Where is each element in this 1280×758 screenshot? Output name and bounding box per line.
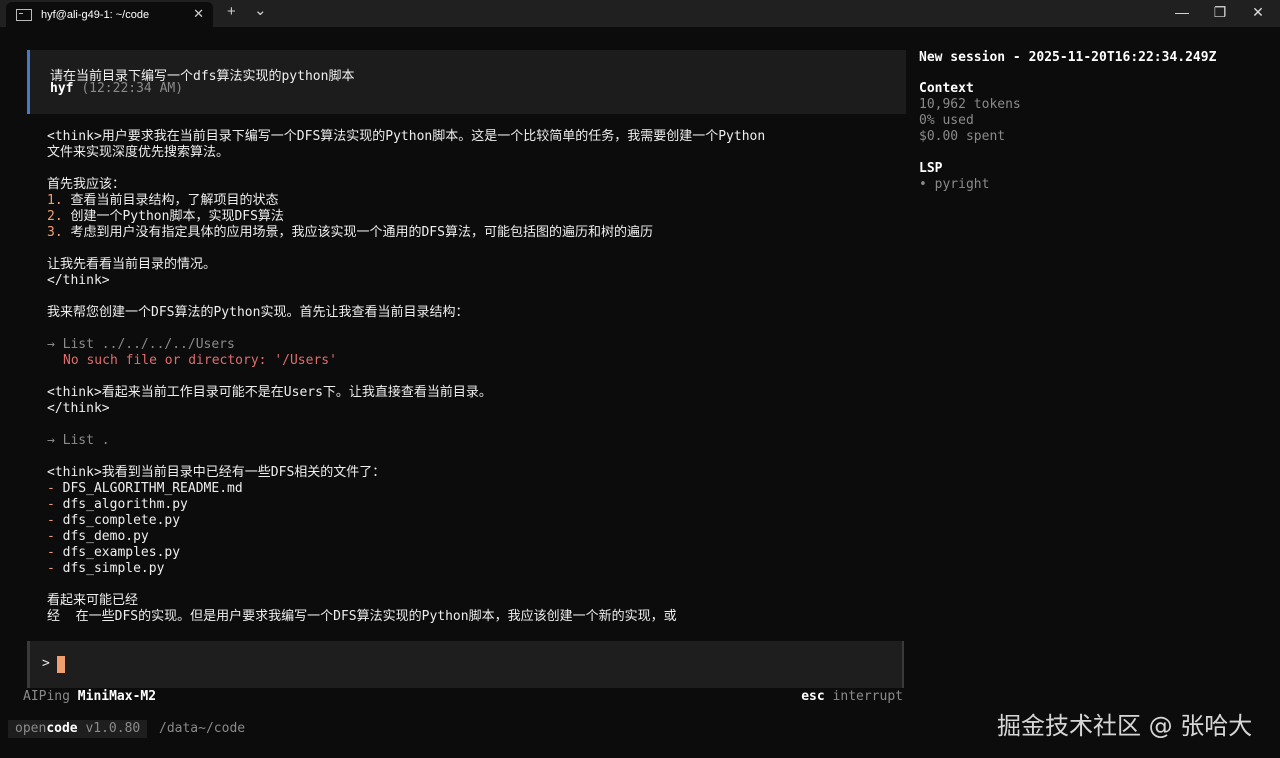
step-number: 1. [47, 193, 63, 208]
new-tab-button[interactable]: + [227, 3, 236, 20]
assistant-line: 经 在一些DFS的实现。但是用户要求我编写一个DFS算法实现的Python脚本，… [47, 609, 677, 624]
think-line: <think>用户要求我在当前目录下编写一个DFS算法实现的Python脚本。这… [47, 129, 766, 144]
user-message-meta: hyf (12:22:34 AM) [50, 81, 183, 96]
interrupt-hint: esc interrupt [801, 689, 903, 704]
tool-call-list: → List ../../../../Users [47, 337, 235, 352]
tab-title: hyf@ali-g49-1: ~/code [41, 8, 150, 21]
think-line: 文件来实现深度优先搜索算法。 [47, 145, 230, 160]
context-spent: $0.00 spent [919, 129, 1006, 144]
file-list-item: - dfs_complete.py [47, 513, 181, 528]
model-name[interactable]: MiniMax-M2 [78, 689, 156, 704]
message-time: (12:22:34 AM) [81, 81, 184, 96]
user-name: hyf [50, 81, 74, 96]
watermark: 掘金技术社区 @ 张哈大 [997, 712, 1253, 740]
file-list-item: - dfs_demo.py [47, 529, 149, 544]
lsp-heading: LSP [919, 161, 943, 176]
file-list-item: - DFS_ALGORITHM_README.md [47, 481, 243, 496]
think-line: 首先我应该： [47, 177, 126, 192]
assistant-line: 看起来可能已经 [47, 593, 139, 608]
tab-dropdown-icon[interactable]: ⌄ [254, 1, 267, 19]
file-list-item: - dfs_examples.py [47, 545, 181, 560]
tab-close-icon[interactable]: ✕ [193, 6, 204, 22]
think-line: <think>看起来当前工作目录可能不是在Users下。让我直接查看当前目录。 [47, 385, 492, 400]
working-directory: /data~/code [159, 721, 246, 736]
tool-error: No such file or directory: '/Users' [63, 353, 337, 368]
step-number: 3. [47, 225, 63, 240]
minimize-button[interactable]: — [1170, 4, 1194, 20]
terminal-icon [16, 8, 32, 21]
context-used: 0% used [919, 113, 974, 128]
step-item: 3. 考虑到用户没有指定具体的应用场景，我应该实现一个通用的DFS算法，可能包括… [47, 225, 653, 240]
title-bar: hyf@ali-g49-1: ~/code ✕ + ⌄ — ❐ ✕ [0, 0, 1280, 27]
close-window-button[interactable]: ✕ [1246, 4, 1270, 21]
app-version: v1.0.80 [85, 721, 141, 736]
app-brand: opencode v1.0.80 [8, 720, 148, 738]
assistant-line: 我来帮您创建一个DFS算法的Python实现。首先让我查看当前目录结构： [47, 305, 469, 320]
prompt-input[interactable]: > [27, 641, 904, 688]
tool-call-list: → List . [47, 433, 110, 448]
maximize-button[interactable]: ❐ [1208, 4, 1232, 21]
file-list-item: - dfs_algorithm.py [47, 497, 188, 512]
think-line: <think>我看到当前目录中已经有一些DFS相关的文件了： [47, 465, 386, 480]
context-heading: Context [919, 81, 974, 96]
prompt-symbol: > [42, 656, 50, 671]
think-line: 让我先看看当前目录的情况。 [47, 257, 217, 272]
model-status-row: AIPing MiniMax-M2 esc interrupt [23, 689, 903, 704]
step-item: 2. 创建一个Python脚本，实现DFS算法 [47, 209, 284, 224]
session-title: New session - 2025-11-20T16:22:34.249Z [919, 50, 1217, 65]
terminal-tab[interactable]: hyf@ali-g49-1: ~/code ✕ [6, 2, 213, 27]
think-line: </think> [47, 273, 110, 288]
think-line: </think> [47, 401, 110, 416]
context-tokens: 10,962 tokens [919, 97, 1021, 112]
user-message: 请在当前目录下编写一个dfs算法实现的python脚本 hyf (12:22:3… [27, 50, 906, 114]
step-item: 1. 查看当前目录结构，了解项目的状态 [47, 193, 279, 208]
lsp-item: • pyright [919, 177, 990, 192]
text-cursor [57, 656, 65, 673]
model-provider: AIPing [23, 689, 70, 704]
file-list-item: - dfs_simple.py [47, 561, 165, 576]
step-number: 2. [47, 209, 63, 224]
